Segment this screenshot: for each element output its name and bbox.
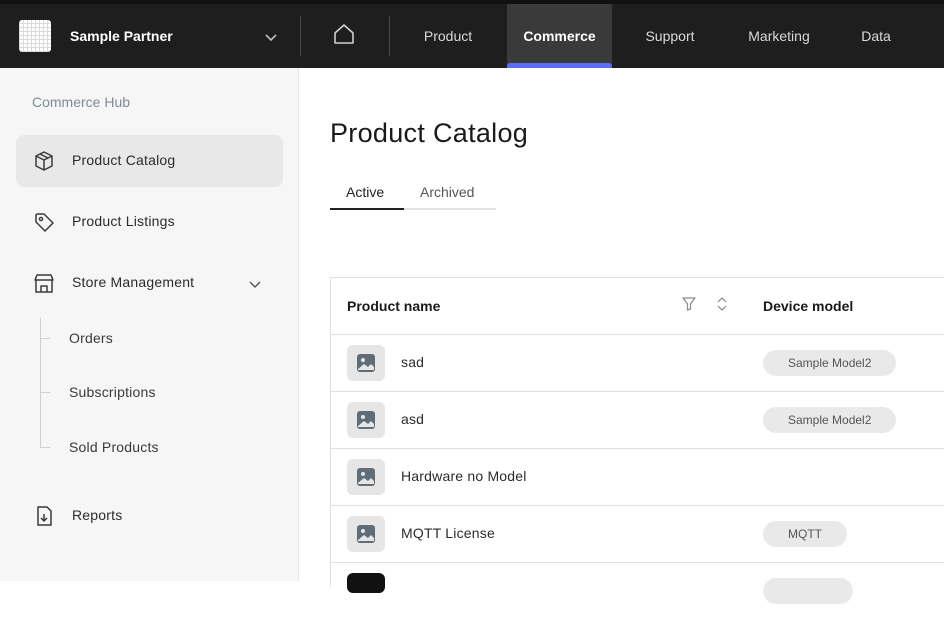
sidebar: Commerce Hub Product Catalog Product Lis…: [0, 68, 299, 581]
download-report-icon: [37, 506, 52, 526]
nav-label: Product: [423, 28, 473, 44]
nav-marketing[interactable]: Marketing: [733, 4, 825, 68]
box-icon: [35, 151, 53, 171]
nav-divider: [389, 16, 390, 56]
sidebar-subitem-sold-products[interactable]: Sold Products: [40, 432, 280, 462]
sidebar-subitem-orders[interactable]: Orders: [40, 323, 280, 353]
device-model-chip: Sample Model2: [763, 350, 897, 376]
product-thumbnail: [347, 345, 385, 381]
page-title: Product Catalog: [330, 118, 529, 148]
sidebar-subitem-label: Subscriptions: [69, 384, 156, 400]
column-header-device-model[interactable]: Device model: [763, 298, 853, 314]
sidebar-subitem-label: Sold Products: [69, 439, 159, 455]
product-thumbnail: [347, 573, 385, 593]
tree-branch: [40, 447, 50, 448]
store-icon: [34, 274, 54, 293]
device-model-chip: MQTT: [763, 521, 847, 547]
filter-icon[interactable]: [681, 296, 697, 312]
sidebar-subitem-label: Orders: [69, 330, 113, 346]
table-row[interactable]: asd Sample Model2: [331, 392, 944, 449]
nav-divider: [300, 16, 301, 56]
tree-branch: [40, 338, 50, 339]
product-name[interactable]: sad: [401, 354, 424, 370]
home-icon[interactable]: [330, 20, 358, 48]
sidebar-item-label: Product Listings: [72, 213, 175, 229]
table-row[interactable]: Hardware no Model: [331, 449, 944, 506]
product-name[interactable]: asd: [401, 411, 424, 427]
table-row[interactable]: MQTT License MQTT: [331, 506, 944, 563]
chevron-down-icon[interactable]: [248, 277, 262, 291]
sidebar-item-label: Store Management: [72, 274, 195, 290]
tab-archived[interactable]: Archived: [420, 184, 474, 200]
product-table: Product name Device model sad Sample Mod…: [330, 277, 944, 604]
tab-active[interactable]: Active: [346, 184, 384, 200]
image-placeholder-icon: [357, 525, 375, 543]
partner-name: Sample Partner: [70, 28, 173, 44]
nav-support[interactable]: Support: [630, 4, 710, 68]
nav-data[interactable]: Data: [848, 4, 904, 68]
sidebar-item-reports[interactable]: Reports: [16, 490, 283, 542]
chevron-down-icon: [265, 34, 277, 42]
column-header-product-name[interactable]: Product name: [347, 298, 440, 314]
table-row[interactable]: [331, 563, 944, 620]
product-thumbnail: [347, 516, 385, 552]
nav-label: Support: [645, 28, 695, 44]
sidebar-item-store-management[interactable]: Store Management: [16, 257, 283, 309]
sidebar-item-label: Reports: [72, 507, 123, 523]
image-placeholder-icon: [357, 354, 375, 372]
nav-label: Data: [861, 28, 891, 44]
sidebar-item-product-listings[interactable]: Product Listings: [16, 196, 283, 248]
tag-icon: [35, 213, 54, 232]
sidebar-title: Commerce Hub: [32, 94, 131, 110]
nav-label: Marketing: [748, 28, 810, 44]
sort-icon[interactable]: [715, 296, 729, 312]
sidebar-item-label: Product Catalog: [72, 152, 176, 168]
sidebar-subitem-subscriptions[interactable]: Subscriptions: [40, 377, 280, 407]
image-placeholder-icon: [357, 468, 375, 486]
table-header: Product name Device model: [331, 278, 944, 335]
nav-product[interactable]: Product: [408, 4, 488, 68]
device-model-chip: [763, 578, 853, 604]
product-name[interactable]: MQTT License: [401, 525, 495, 541]
product-thumbnail: [347, 402, 385, 438]
tab-bar: Active Archived: [330, 176, 496, 210]
product-thumbnail: [347, 459, 385, 495]
active-tab-indicator: [330, 208, 404, 210]
partner-logo: [19, 20, 51, 52]
tree-branch: [40, 392, 50, 393]
top-nav-bar: Sample Partner Product Commerce Support …: [0, 0, 944, 68]
table-row[interactable]: sad Sample Model2: [331, 335, 944, 392]
partner-switcher[interactable]: Sample Partner: [0, 4, 300, 68]
nav-commerce[interactable]: Commerce: [507, 4, 612, 68]
nav-label: Commerce: [523, 28, 596, 44]
product-name[interactable]: Hardware no Model: [401, 468, 527, 484]
device-model-chip: Sample Model2: [763, 407, 897, 433]
image-placeholder-icon: [357, 411, 375, 429]
sidebar-item-product-catalog[interactable]: Product Catalog: [16, 135, 283, 187]
